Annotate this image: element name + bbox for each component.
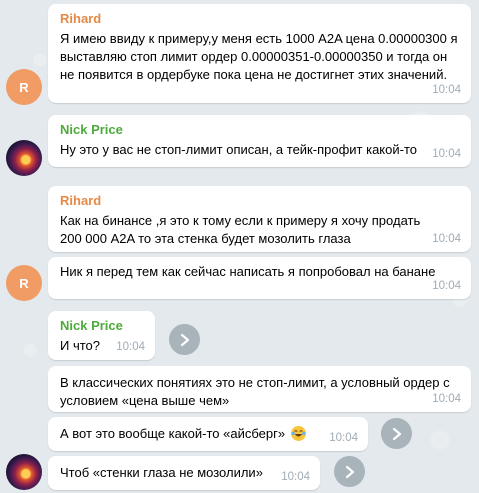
- sender-name-nick-price[interactable]: Nick Price: [60, 317, 145, 335]
- message-bubble[interactable]: Чтоб «стенки глаза не мозолили» 10:04: [48, 456, 320, 490]
- message-text-content: А вот это вообще какой-то «айсберг»: [60, 426, 286, 441]
- forward-button[interactable]: [169, 324, 200, 355]
- laughing-tears-emoji-icon: [290, 426, 306, 441]
- message-text: Я имею ввиду к примеру,у меня есть 1000 …: [60, 31, 458, 82]
- sender-name-rihard[interactable]: Rihard: [60, 10, 461, 28]
- sender-name-nick-price[interactable]: Nick Price: [60, 121, 461, 139]
- avatar-nick-price[interactable]: [6, 454, 42, 490]
- message-bubble[interactable]: Nick Price И что? 10:04: [48, 311, 155, 360]
- message-text: Ну это у вас не стоп-лимит описан, а тей…: [60, 142, 417, 157]
- avatar-nick-price[interactable]: [6, 140, 42, 176]
- message-text: В классических понятиях это не стоп-лими…: [60, 375, 450, 408]
- message-text: Чтоб «стенки глаза не мозолили»: [60, 465, 263, 480]
- message-bubble[interactable]: В классических понятиях это не стоп-лими…: [48, 366, 471, 412]
- message-time: 10:04: [432, 393, 461, 405]
- forward-button[interactable]: [381, 418, 412, 449]
- message-bubble[interactable]: Rihard Как на бинансе ,я это к тому если…: [48, 186, 471, 252]
- message-text: Ник я перед тем как сейчас написать я по…: [60, 264, 436, 279]
- sender-name-rihard[interactable]: Rihard: [60, 192, 461, 210]
- avatar-rihard[interactable]: R: [6, 265, 42, 301]
- forward-button[interactable]: [334, 456, 365, 487]
- message-time: 10:04: [116, 341, 145, 353]
- avatar-initial: R: [19, 275, 29, 291]
- message-time: 10:04: [432, 148, 461, 160]
- forward-arrow-icon: [180, 333, 189, 346]
- chat-history: Rihard Я имею ввиду к примеру,у меня ест…: [0, 0, 479, 493]
- message-bubble[interactable]: Ник я перед тем как сейчас написать я по…: [48, 257, 471, 299]
- forward-arrow-icon: [392, 427, 401, 440]
- message-time: 10:04: [281, 471, 310, 483]
- avatar-rihard[interactable]: R: [6, 69, 42, 105]
- message-bubble[interactable]: Rihard Я имею ввиду к примеру,у меня ест…: [48, 4, 471, 103]
- message-text: Как на бинансе ,я это к тому если к прим…: [60, 213, 421, 246]
- message-time: 10:04: [432, 84, 461, 96]
- message-time: 10:04: [432, 233, 461, 245]
- message-time: 10:04: [432, 280, 461, 292]
- avatar-initial: R: [19, 79, 29, 95]
- message-text: А вот это вообще какой-то «айсберг»: [60, 423, 358, 443]
- forward-arrow-icon: [345, 465, 354, 478]
- message-time: 10:04: [329, 432, 358, 444]
- message-bubble[interactable]: Nick Price Ну это у вас не стоп-лимит оп…: [48, 115, 471, 167]
- message-bubble[interactable]: А вот это вообще какой-то «айсберг» 10:0…: [48, 417, 368, 451]
